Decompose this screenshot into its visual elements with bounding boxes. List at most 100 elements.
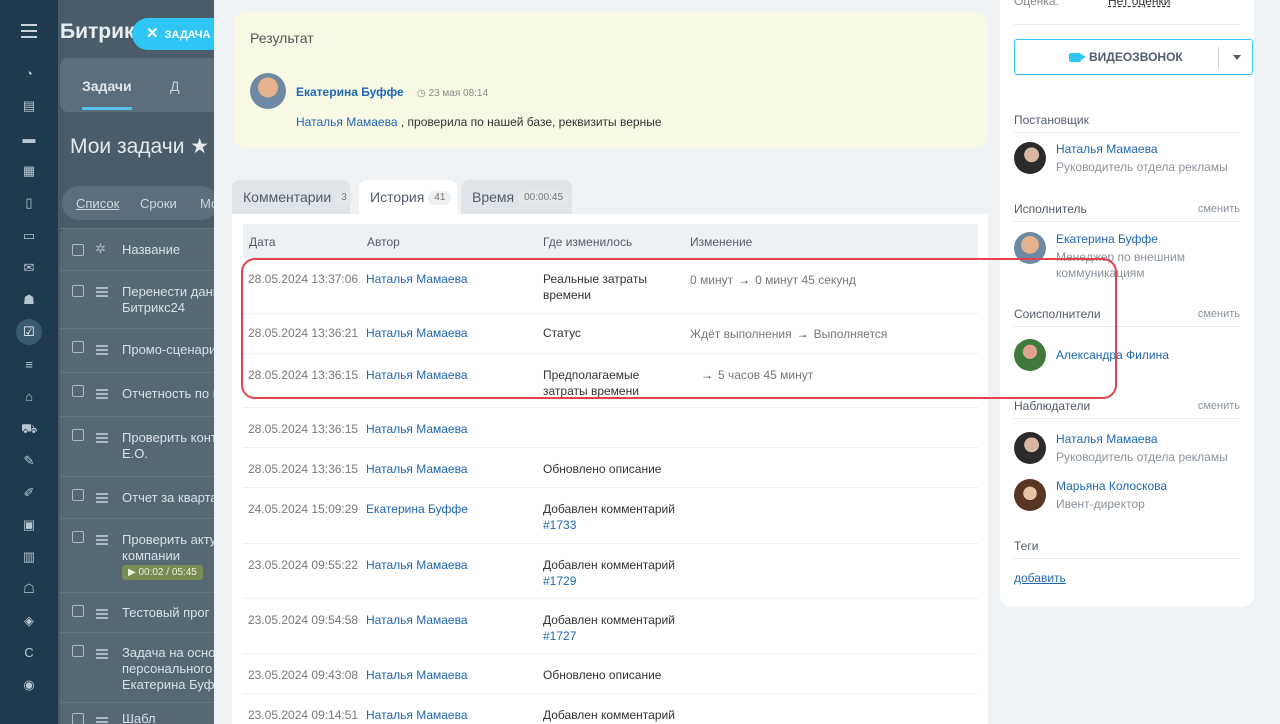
settings-icon[interactable]: ✲ — [95, 241, 106, 257]
crm-icon[interactable]: ≡ — [21, 357, 37, 373]
result-author[interactable]: Екатерина Буффе — [296, 85, 404, 99]
avatar[interactable] — [1014, 479, 1046, 511]
result-time: ◷ 23 мая 08:14 — [417, 88, 489, 99]
task-title[interactable]: Шабл — [122, 711, 156, 724]
video-call-button[interactable]: ВИДЕОЗВОНОК — [1014, 39, 1253, 75]
feed-icon[interactable]: ▤ — [21, 98, 37, 114]
drag-icon[interactable] — [96, 609, 108, 611]
drag-icon[interactable] — [96, 717, 108, 719]
timer-badge[interactable]: ▶ 00:02 / 05:45 — [122, 565, 203, 580]
drive-icon[interactable]: ▭ — [21, 228, 37, 244]
task-title[interactable]: Проверить конт Е.О. — [122, 430, 217, 462]
row-author[interactable]: Наталья Мамаева — [366, 613, 468, 627]
row-author[interactable]: Наталья Мамаева — [366, 558, 468, 572]
creator-name[interactable]: Наталья Мамаева — [1056, 142, 1158, 156]
star-icon[interactable]: ★ — [190, 135, 209, 158]
tasks-icon[interactable]: ☑ — [16, 319, 42, 345]
select-all-checkbox[interactable] — [72, 244, 84, 256]
comment-link[interactable]: #1727 — [543, 628, 683, 644]
chevron-down-icon[interactable] — [1233, 55, 1241, 60]
more-icon[interactable]: ◉ — [21, 677, 37, 693]
list-item[interactable]: Отчетность по м — [60, 372, 218, 416]
comment-link[interactable]: #1729 — [543, 573, 683, 589]
comment-link[interactable]: #1733 — [543, 517, 683, 533]
robot-icon[interactable]: ☖ — [21, 581, 37, 597]
view-deadlines[interactable]: Сроки — [140, 196, 177, 211]
drag-icon[interactable] — [96, 345, 108, 347]
row-checkbox[interactable] — [72, 645, 84, 657]
tab-tasks[interactable]: Задачи — [82, 78, 132, 110]
list-item[interactable]: Задача на основ персонального Екатерина … — [60, 632, 218, 702]
task-title[interactable]: Промо-сценари — [122, 342, 216, 358]
document-icon[interactable]: ▯ — [21, 195, 37, 211]
task-title[interactable]: Отчет за кварта — [122, 490, 218, 506]
drag-icon[interactable] — [96, 535, 108, 537]
view-list[interactable]: Список — [76, 196, 119, 211]
row-checkbox[interactable] — [72, 713, 84, 724]
add-tag-link[interactable]: добавить — [1014, 571, 1066, 585]
auditor-name[interactable]: Наталья Мамаева — [1056, 432, 1158, 446]
row-checkbox[interactable] — [72, 605, 84, 617]
task-title[interactable]: Перенести данн Битрикс24 — [122, 284, 218, 316]
avatar[interactable] — [250, 73, 286, 109]
task-title[interactable]: Отчетность по м — [122, 386, 218, 402]
row-author[interactable]: Наталья Мамаева — [366, 668, 468, 682]
list-item[interactable]: Проверить конт Е.О. — [60, 416, 218, 476]
task-title[interactable]: Проверить акту компании — [122, 532, 216, 564]
group-icon[interactable]: ☗ — [21, 292, 37, 308]
c-icon[interactable]: C — [21, 645, 37, 661]
row-checkbox[interactable] — [72, 429, 84, 441]
list-item[interactable]: Проверить акту компании ▶ 00:02 / 05:45 — [60, 518, 218, 592]
list-item[interactable]: Перенести данн Битрикс24 — [60, 270, 218, 328]
drag-icon[interactable] — [96, 649, 108, 651]
list-item[interactable]: Шабл — [60, 702, 218, 724]
analytics-icon[interactable]: ▥ — [21, 549, 37, 565]
tab-history[interactable]: История 41 — [359, 180, 457, 214]
list-item[interactable]: Отчет за кварта — [60, 476, 218, 518]
row-checkbox[interactable] — [72, 385, 84, 397]
tab-comments[interactable]: Комментарии 3 — [232, 180, 353, 214]
drag-icon[interactable] — [96, 493, 108, 495]
tab-count: 00:00:45 — [518, 191, 570, 206]
row-checkbox[interactable] — [72, 489, 84, 501]
row-author[interactable]: Наталья Мамаева — [366, 422, 468, 436]
list-item[interactable]: Промо-сценари — [60, 328, 218, 372]
evaluation-value[interactable]: Нет оценки — [1108, 0, 1170, 8]
tab-second[interactable]: Д — [170, 78, 179, 94]
row-author[interactable]: Наталья Мамаева — [366, 462, 468, 476]
shop-icon[interactable]: ⛟ — [21, 421, 37, 437]
task-title[interactable]: Задача на основ персонального Екатерина … — [122, 645, 218, 693]
avatar[interactable] — [1014, 142, 1046, 174]
box-icon[interactable]: ◈ — [21, 613, 37, 629]
row-author[interactable]: Наталья Мамаева — [366, 708, 468, 722]
responsible-name[interactable]: Екатерина Буффе — [1056, 232, 1158, 246]
auditor-name[interactable]: Марьяна Колоскова — [1056, 479, 1167, 493]
mention-link[interactable]: Наталья Мамаева — [296, 115, 398, 129]
row-author[interactable]: Екатерина Буффе — [366, 502, 468, 516]
mail-icon[interactable]: ✉ — [21, 260, 37, 276]
avatar[interactable] — [1014, 432, 1046, 464]
column-name: Название — [122, 242, 181, 257]
change-responsible-link[interactable]: сменить — [1198, 203, 1240, 215]
drag-icon[interactable] — [96, 389, 108, 391]
chat-icon[interactable]: ▬ — [21, 131, 37, 147]
drag-icon[interactable] — [96, 287, 108, 289]
list-item[interactable]: Тестовый прог — [60, 592, 218, 632]
stream-icon[interactable]: ◔ — [21, 66, 37, 82]
task-title[interactable]: Тестовый прог — [122, 605, 209, 621]
row-checkbox[interactable] — [72, 531, 84, 543]
row-date: 28.05.2024 13:36:15 — [248, 462, 359, 476]
tab-time[interactable]: Время 00:00:45 — [461, 180, 572, 214]
change-accomplices-link[interactable]: сменить — [1198, 308, 1240, 320]
row-checkbox[interactable] — [72, 341, 84, 353]
close-task-button[interactable]: ✕ ЗАДАЧА — [132, 18, 218, 50]
menu-icon[interactable] — [21, 24, 37, 38]
contact-icon[interactable]: ▣ — [21, 517, 37, 533]
sign-icon[interactable]: ✎ — [21, 453, 37, 469]
change-auditors-link[interactable]: сменить — [1198, 400, 1240, 412]
calendar-icon[interactable]: ▦ — [21, 163, 37, 179]
company-icon[interactable]: ⌂ — [21, 389, 37, 405]
drag-icon[interactable] — [96, 433, 108, 435]
pen-icon[interactable]: ✐ — [21, 485, 37, 501]
row-checkbox[interactable] — [72, 285, 84, 297]
